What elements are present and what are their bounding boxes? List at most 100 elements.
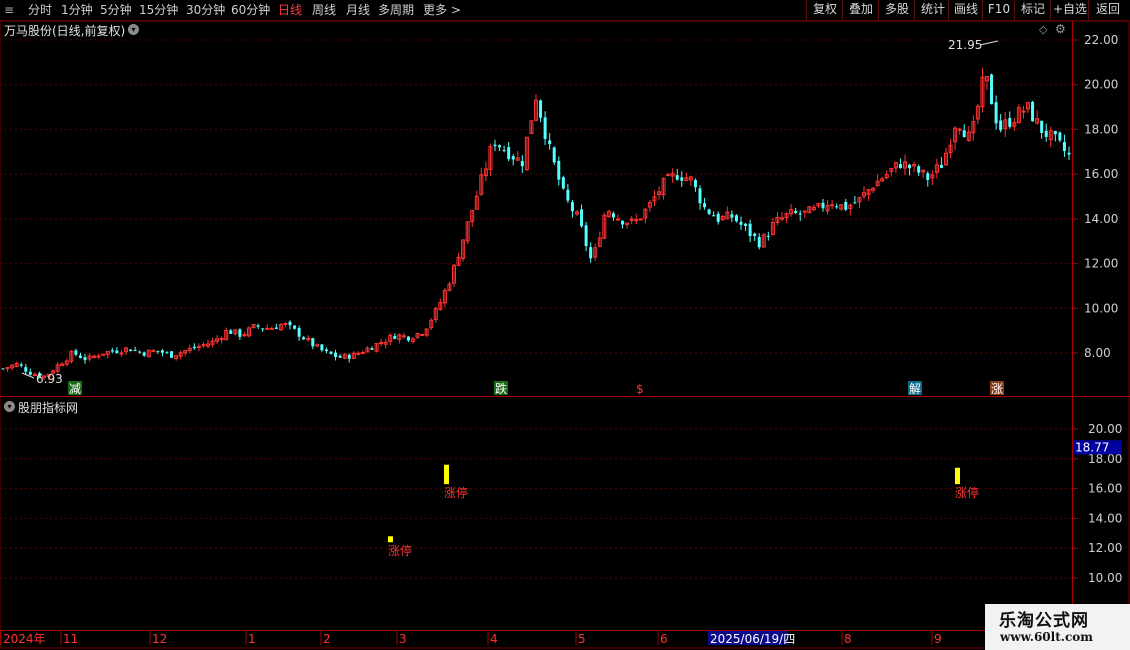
candle-body-down xyxy=(138,351,142,353)
candle-body-down xyxy=(753,233,757,237)
candle-body-down xyxy=(939,164,943,168)
candle-body-down xyxy=(757,236,761,248)
candle-body-down xyxy=(329,351,333,355)
candle-body-down xyxy=(908,164,912,169)
candle-body-up xyxy=(401,335,406,338)
price-axis-label: 10.00 xyxy=(1084,301,1118,315)
candle-body-down xyxy=(766,235,770,237)
candle-body-down xyxy=(1044,130,1048,137)
time-axis-label: 8 xyxy=(844,632,852,646)
candle-body-down xyxy=(584,225,588,247)
candle-body-down xyxy=(493,144,497,147)
candle-body-down xyxy=(302,337,306,340)
sub-axis-label: 14.00 xyxy=(1088,511,1122,525)
candle-body-down xyxy=(730,214,734,218)
candle-body-down xyxy=(156,350,160,352)
chevron-down-icon[interactable]: ▾ xyxy=(128,24,139,35)
limit-up-bar xyxy=(444,464,449,485)
low-pointer-line xyxy=(21,372,35,379)
candle-body-down xyxy=(539,100,543,118)
price-axis-label: 20.00 xyxy=(1084,78,1118,92)
candle-body-up xyxy=(379,342,384,345)
time-axis-label: 5 xyxy=(578,632,586,646)
candle-body-down xyxy=(835,206,839,208)
candle-body-down xyxy=(115,350,119,353)
candle-body-down xyxy=(19,364,23,366)
time-axis-label: 3 xyxy=(399,632,407,646)
candle-body-down xyxy=(160,350,164,353)
sub-chart-title: 股朋指标网 xyxy=(18,401,79,415)
candle-body-down xyxy=(926,173,930,180)
candle-body-down xyxy=(311,338,315,347)
candle-body-down xyxy=(744,223,748,227)
limit-up-bar xyxy=(955,467,960,485)
sub-axis-label: 12.00 xyxy=(1088,541,1122,555)
price-axis-label: 16.00 xyxy=(1084,167,1118,181)
candle-body-down xyxy=(133,350,137,352)
main-chart-title: 万马股份(日线,前复权) xyxy=(4,22,125,39)
candle-body-up xyxy=(666,174,671,177)
candle-body-down xyxy=(1058,132,1062,141)
candle-body-down xyxy=(844,201,848,210)
low-price-label: 6.93 xyxy=(36,372,63,386)
time-axis-label: 2 xyxy=(323,632,331,646)
time-axis-label: 12 xyxy=(152,632,167,646)
chart-area[interactable]: 22.00 20.00 18.00 16.00 14.00 12.00 10.00 8.00 2… xyxy=(0,0,1130,650)
candle-body-down xyxy=(320,344,324,351)
candle-body-down xyxy=(552,147,556,163)
watermark-url: www.60lt.com xyxy=(1000,630,1093,644)
candle-body-down xyxy=(1040,120,1044,133)
candle-body-down xyxy=(170,351,174,358)
current-value-label: 18.77 xyxy=(1075,440,1109,454)
candle-body-down xyxy=(192,346,196,349)
time-axis-label: 6 xyxy=(660,632,668,646)
gear-icon[interactable]: ⚙ xyxy=(1055,22,1066,36)
candle-body-up xyxy=(360,351,365,354)
candle-body-down xyxy=(324,349,328,352)
chart-frame xyxy=(0,20,1130,649)
candle-body-down xyxy=(821,202,825,209)
candle-body-down xyxy=(1,368,5,370)
limit-up-bar xyxy=(388,536,393,543)
chevron-down-icon[interactable]: ▾ xyxy=(4,401,15,412)
limit-up-label: 涨停 xyxy=(388,543,412,558)
candle-body-down xyxy=(1053,130,1057,135)
candle-body-down xyxy=(297,327,301,337)
candle-body-down xyxy=(570,202,574,212)
signal-marker-label: 涨 xyxy=(991,381,1003,396)
candle-body-down xyxy=(703,203,707,208)
candle-body-down xyxy=(962,130,966,138)
candle-body-down xyxy=(739,221,743,225)
candle-body-down xyxy=(1062,142,1066,152)
signal-marker-label: 减 xyxy=(69,382,81,396)
candle-body-down xyxy=(502,150,506,152)
candle-body-up xyxy=(201,344,206,347)
candle-body-down xyxy=(990,74,994,105)
candle-body-down xyxy=(274,327,278,329)
candle-body-up xyxy=(151,350,156,353)
signal-marker-label: 解 xyxy=(909,382,921,396)
candle-body-down xyxy=(543,117,547,139)
candle-body-down xyxy=(917,166,921,173)
candle-body-up xyxy=(101,353,106,356)
price-axis-label: 8.00 xyxy=(1084,346,1111,360)
candle-body-down xyxy=(994,102,998,124)
candle-body-down xyxy=(129,349,133,352)
candle-body-up xyxy=(1021,110,1026,113)
candle-body-up xyxy=(638,218,643,221)
high-pointer-line xyxy=(979,40,999,46)
candle-body-up xyxy=(96,355,101,358)
settings-diamond-icon[interactable]: ◇ xyxy=(1039,23,1047,36)
candle-body-down xyxy=(83,357,87,361)
candle-body-down xyxy=(293,325,297,329)
candle-body-down xyxy=(288,321,292,326)
candle-body-down xyxy=(370,348,374,350)
candle-body-down xyxy=(1067,152,1071,155)
sub-axis-label: 16.00 xyxy=(1088,482,1122,496)
time-axis-label: 4 xyxy=(490,632,498,646)
cursor-date-label: 2025/06/19/四 xyxy=(710,632,795,646)
candle-body-down xyxy=(142,352,146,356)
candle-body-down xyxy=(580,209,584,227)
watermark-title: 乐淘公式网 xyxy=(999,611,1089,631)
signal-marker-label: 跌 xyxy=(495,381,507,396)
